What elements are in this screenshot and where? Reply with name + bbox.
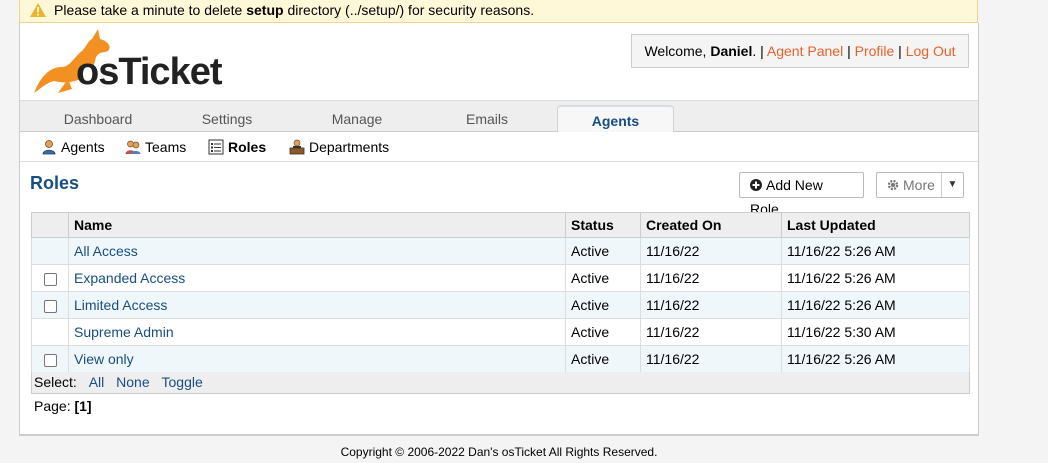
name-cell: Limited Access (68, 291, 566, 319)
welcome-box: Welcome, Daniel. | Agent Panel | Profile… (631, 34, 969, 68)
name-cell: View only (68, 345, 566, 373)
header-last-updated[interactable]: Last Updated (781, 212, 970, 238)
status-cell: Active (565, 291, 641, 319)
updated-cell: 11/16/22 5:26 AM (781, 291, 970, 319)
gear-icon (887, 174, 899, 191)
department-icon (289, 139, 305, 155)
main-nav: Dashboard Settings Manage Emails Agents (20, 100, 978, 134)
status-cell: Active (565, 264, 641, 292)
pager-label: Page: (34, 398, 71, 414)
created-cell: 11/16/22 (640, 264, 782, 292)
subnav-roles[interactable]: Roles (208, 137, 266, 157)
tab-emails[interactable]: Emails (422, 105, 552, 133)
row-checkbox-cell (31, 318, 69, 346)
select-label: Select: (34, 374, 77, 390)
teams-icon (125, 139, 141, 155)
tab-dashboard[interactable]: Dashboard (20, 105, 176, 133)
status-cell: Active (565, 318, 641, 346)
select-all-link[interactable]: All (89, 374, 105, 390)
tab-settings[interactable]: Settings (162, 105, 292, 133)
role-name-link[interactable]: Supreme Admin (74, 324, 174, 340)
sub-nav: Agents Teams Roles Departments (20, 132, 978, 162)
role-name-link[interactable]: Limited Access (74, 297, 167, 313)
roles-list-icon (208, 139, 224, 155)
select-controls: Select: All None Toggle (31, 372, 970, 394)
updated-cell: 11/16/22 5:26 AM (781, 345, 970, 373)
page-title: Roles (30, 173, 80, 193)
welcome-sep1: | (843, 43, 855, 59)
updated-cell: 11/16/22 5:26 AM (781, 264, 970, 292)
tab-agents[interactable]: Agents (557, 105, 674, 134)
row-checkbox-cell (31, 345, 69, 373)
welcome-sep2: | (894, 43, 906, 59)
table-row: All Access Active 11/16/22 11/16/22 5:26… (31, 237, 970, 265)
table-row: Supreme Admin Active 11/16/22 11/16/22 5… (31, 318, 970, 346)
row-checkbox-cell (31, 237, 69, 265)
name-cell: All Access (68, 237, 566, 265)
pagination: Page: [1] (34, 398, 92, 414)
row-checkbox-cell (31, 291, 69, 319)
table-row: View only Active 11/16/22 11/16/22 5:26 … (31, 345, 970, 373)
subnav-agents[interactable]: Agents (41, 137, 105, 157)
subnav-departments-label: Departments (309, 139, 390, 155)
roles-table: Name Status Created On Last Updated All … (31, 212, 970, 373)
table-header-row: Name Status Created On Last Updated (31, 212, 970, 238)
select-none-link[interactable]: None (116, 374, 149, 390)
chevron-down-icon[interactable]: ▼ (941, 173, 963, 197)
row-checkbox[interactable] (43, 299, 57, 313)
status-cell: Active (565, 237, 641, 265)
subnav-roles-label: Roles (228, 139, 267, 155)
name-cell: Supreme Admin (68, 318, 566, 346)
updated-cell: 11/16/22 5:26 AM (781, 237, 970, 265)
row-checkbox[interactable] (43, 353, 57, 367)
created-cell: 11/16/22 (640, 291, 782, 319)
kangaroo-logo[interactable]: osTicket (28, 27, 238, 97)
header-created-on[interactable]: Created On (640, 212, 782, 238)
table-row: Limited Access Active 11/16/22 11/16/22 … (31, 291, 970, 319)
table-row: Expanded Access Active 11/16/22 11/16/22… (31, 264, 970, 292)
subnav-teams[interactable]: Teams (125, 137, 186, 157)
select-toggle-link[interactable]: Toggle (162, 374, 203, 390)
agent-icon (41, 139, 57, 155)
pager-current-page: [1] (74, 398, 92, 414)
agent-panel-link[interactable]: Agent Panel (767, 43, 843, 59)
welcome-prefix: Welcome, (644, 43, 711, 59)
plus-circle-icon (750, 174, 762, 191)
footer-copyright: Copyright © 2006-2022 Dan's osTicket All… (340, 445, 658, 459)
header-status[interactable]: Status (565, 212, 641, 238)
tab-manage[interactable]: Manage (292, 105, 422, 133)
add-new-role-button[interactable]: Add New Role (739, 172, 864, 217)
welcome-sep0: . | (752, 43, 767, 59)
welcome-user: Daniel (710, 43, 753, 59)
warning-text-prefix: Please take a minute to delete (54, 2, 247, 18)
row-checkbox-cell (31, 264, 69, 292)
subnav-teams-label: Teams (145, 139, 187, 155)
page-container: osTicket Welcome, Daniel. | Agent Panel … (19, 23, 979, 436)
logout-link[interactable]: Log Out (906, 43, 956, 59)
row-checkbox[interactable] (43, 272, 57, 286)
security-warning-banner: Please take a minute to delete setup dir… (19, 0, 978, 23)
updated-cell: 11/16/22 5:30 AM (781, 318, 970, 346)
warning-icon (30, 2, 46, 23)
warning-text-bold: setup (246, 2, 284, 18)
warning-text-suffix: directory (../setup/) for security reaso… (283, 2, 535, 18)
header-name[interactable]: Name (68, 212, 566, 238)
more-dropdown-button[interactable]: More ▼ (876, 172, 964, 198)
subnav-agents-label: Agents (61, 139, 105, 155)
header-checkbox-col (31, 212, 69, 238)
role-name-link[interactable]: Expanded Access (74, 270, 185, 286)
header: osTicket Welcome, Daniel. | Agent Panel … (20, 23, 978, 101)
subnav-departments[interactable]: Departments (289, 137, 389, 157)
created-cell: 11/16/22 (640, 237, 782, 265)
name-cell: Expanded Access (68, 264, 566, 292)
role-name-link[interactable]: All Access (74, 243, 138, 259)
profile-link[interactable]: Profile (855, 43, 895, 59)
status-cell: Active (565, 345, 641, 373)
more-label: More (903, 177, 935, 193)
role-name-link[interactable]: View only (74, 351, 134, 367)
logo-text: osTicket (76, 51, 222, 93)
created-cell: 11/16/22 (640, 318, 782, 346)
created-cell: 11/16/22 (640, 345, 782, 373)
